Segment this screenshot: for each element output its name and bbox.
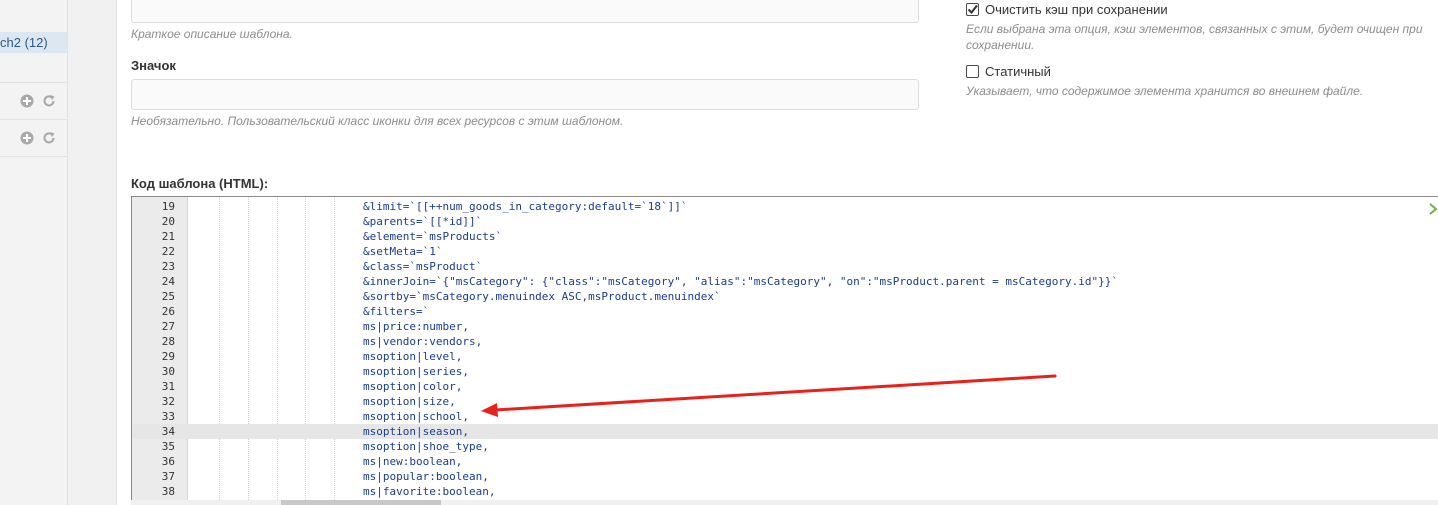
annotation-arrow-icon <box>481 374 1057 417</box>
